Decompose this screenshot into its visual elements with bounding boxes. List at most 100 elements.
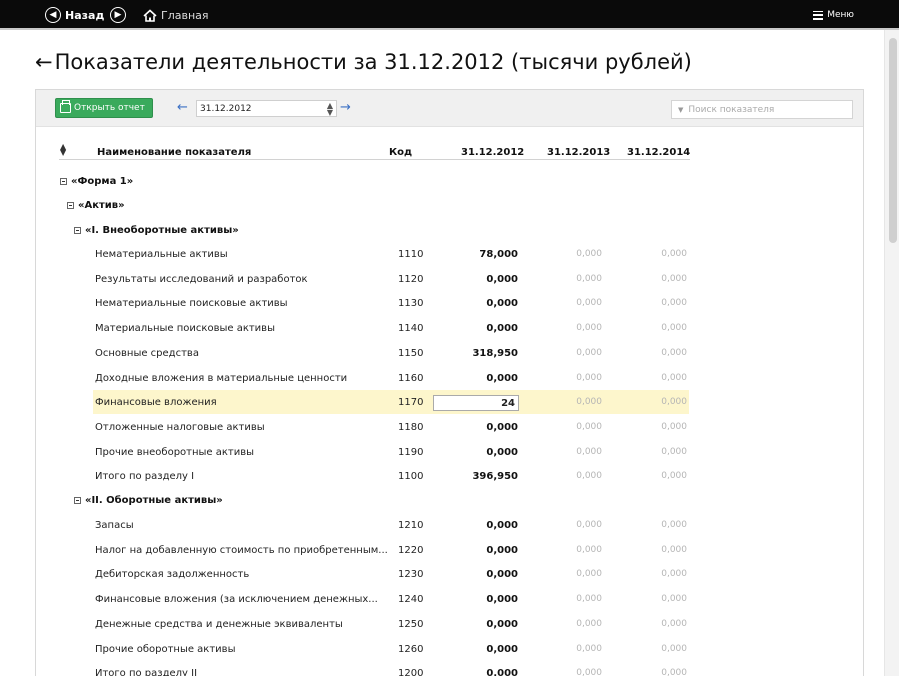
table-row[interactable]: Нематериальные поисковые активы 1130 0,000… — [0, 291, 899, 315]
row-value-2012[interactable]: 0,000 — [486, 637, 518, 661]
row-value-2012[interactable]: 0,000 — [486, 291, 518, 315]
date-value: 31.12.2012 — [200, 103, 252, 114]
row-value-2013[interactable]: 0,000 — [576, 242, 602, 266]
spinner-icon: ▲ ▼ — [326, 101, 333, 117]
next-date-arrow[interactable]: → — [340, 100, 351, 115]
row-value-2014[interactable]: 0,000 — [661, 291, 687, 315]
value-edit-input[interactable]: 24 — [433, 395, 519, 411]
row-value-2012[interactable]: 0,000 — [486, 440, 518, 464]
row-value-2014[interactable]: 0,000 — [661, 661, 687, 676]
row-value-2013[interactable]: 0,000 — [576, 562, 602, 586]
search-input[interactable]: ▼ Поиск показателя — [671, 100, 853, 119]
table-row[interactable]: Налог на добавленную стоимость по приобр… — [0, 538, 899, 562]
title-back-arrow[interactable]: ← — [35, 50, 53, 74]
row-value-2013[interactable]: 0,000 — [576, 587, 602, 611]
table-row[interactable]: Финансовые вложения (за исключением дене… — [0, 587, 899, 611]
row-value-2012[interactable]: 0,000 — [486, 661, 518, 676]
row-value-2014[interactable]: 0,000 — [661, 464, 687, 488]
table-row[interactable]: Итого по разделу I 1100 396,950 0,000 0,000 — [0, 464, 899, 488]
collapse-icon[interactable] — [74, 226, 81, 234]
row-value-2013[interactable]: 0,000 — [576, 341, 602, 365]
row-value-2013[interactable]: 0,000 — [576, 415, 602, 439]
table-row[interactable]: Нематериальные активы 1110 78,000 0,000 0,00… — [0, 242, 899, 266]
table-row[interactable]: Денежные средства и денежные эквиваленты… — [0, 612, 899, 636]
row-value-2012[interactable]: 0,000 — [486, 587, 518, 611]
date-select[interactable]: 31.12.2012 ▲ ▼ — [196, 100, 337, 117]
menu-button[interactable]: Меню — [813, 0, 854, 30]
row-value-2014[interactable]: 0,000 — [661, 341, 687, 365]
table-row[interactable]: Доходные вложения в материальные ценност… — [0, 366, 899, 390]
report-toolbar: Открыть отчет ← 31.12.2012 ▲ ▼ → ▼ Поиск … — [36, 90, 863, 127]
row-value-2014[interactable]: 0,000 — [661, 538, 687, 562]
row-value-2012[interactable]: 0,000 — [486, 513, 518, 537]
header-code[interactable]: Код — [389, 147, 412, 158]
row-value-2013[interactable]: 0,000 — [576, 366, 602, 390]
collapse-icon[interactable] — [60, 177, 67, 185]
row-value-2014[interactable]: 0,000 — [661, 562, 687, 586]
row-value-2013[interactable]: 0,000 — [576, 291, 602, 315]
table-row[interactable]: Прочие оборотные активы 1260 0,000 0,000 0,0… — [0, 637, 899, 661]
row-value-2012[interactable]: 396,950 — [472, 464, 518, 488]
row-value-2012[interactable]: 0,000 — [486, 267, 518, 291]
row-value-2013[interactable]: 0,000 — [576, 316, 602, 340]
row-value-2013[interactable]: 0,000 — [576, 513, 602, 537]
header-col1[interactable]: 31.12.2012 — [461, 147, 524, 158]
table-row[interactable]: Отложенные налоговые активы 1180 0,000 0,00… — [0, 415, 899, 439]
row-value-2013[interactable]: 0,000 — [576, 267, 602, 291]
row-value-2014[interactable]: 0,000 — [661, 587, 687, 611]
row-name: Итого по разделу II — [95, 667, 198, 676]
row-value-2012[interactable]: 0,000 — [486, 562, 518, 586]
row-value-2012[interactable]: 0,000 — [486, 316, 518, 340]
row-value-2012[interactable]: 78,000 — [479, 242, 518, 266]
header-name[interactable]: Наименование показателя — [97, 147, 251, 158]
prev-date-arrow[interactable]: ← — [177, 100, 188, 115]
row-value-2014[interactable]: 0,000 — [661, 415, 687, 439]
row-value-2013[interactable]: 0,000 — [576, 538, 602, 562]
collapse-icon[interactable] — [67, 201, 74, 209]
table-row[interactable]: Итого по разделу II 1200 0,000 0,000 0,000 — [0, 661, 899, 676]
table-row[interactable]: Основные средства 1150 318,950 0,000 0,000 — [0, 341, 899, 365]
group-section2[interactable]: «II. Оборотные активы» — [74, 488, 223, 512]
row-value-2012[interactable]: 318,950 — [472, 341, 518, 365]
header-col3[interactable]: 31.12.2014 — [627, 147, 690, 158]
table-row[interactable]: Результаты исследований и разработок 1120… — [0, 267, 899, 291]
row-value-2012[interactable]: 0,000 — [486, 538, 518, 562]
row-value-2012[interactable]: 0,000 — [486, 612, 518, 636]
row-value-2013[interactable]: 0,000 — [576, 637, 602, 661]
table-row[interactable]: Прочие внеоборотные активы 1190 0,000 0,000… — [0, 440, 899, 464]
row-value-2013[interactable]: 0,000 — [576, 464, 602, 488]
row-value-2012[interactable]: 0,000 — [486, 366, 518, 390]
scrollbar-thumb[interactable] — [889, 38, 897, 243]
home-button[interactable]: Главная — [143, 0, 209, 30]
top-bar: ◀ Назад ▶ Главная Меню — [0, 0, 899, 30]
row-value-2014[interactable]: 0,000 — [661, 513, 687, 537]
sort-icon[interactable]: ▲ ▼ — [60, 143, 66, 157]
group-section1[interactable]: «I. Внеоборотные активы» — [74, 218, 239, 242]
row-value-2014[interactable]: 0,000 — [661, 242, 687, 266]
table-row[interactable]: Запасы 1210 0,000 0,000 0,000 — [0, 513, 899, 537]
group-active[interactable]: «Актив» — [67, 193, 125, 217]
header-col2[interactable]: 31.12.2013 — [547, 147, 610, 158]
open-report-button[interactable]: Открыть отчет — [55, 98, 153, 118]
row-value-2013[interactable]: 0,000 — [576, 390, 602, 414]
forward-button[interactable]: ▶ — [110, 0, 126, 30]
table-row[interactable]: Финансовые вложения 1170 24 0,000 0,000 — [0, 390, 899, 414]
collapse-icon[interactable] — [74, 496, 81, 504]
row-value-2013[interactable]: 0,000 — [576, 440, 602, 464]
row-value-2012[interactable]: 0,000 — [486, 415, 518, 439]
group-label: «II. Оборотные активы» — [85, 494, 223, 506]
back-button[interactable]: ◀ Назад — [45, 0, 104, 30]
table-row[interactable]: Материальные поисковые активы 1140 0,000 0,… — [0, 316, 899, 340]
row-value-2013[interactable]: 0,000 — [576, 612, 602, 636]
row-value-2014[interactable]: 0,000 — [661, 390, 687, 414]
row-value-2014[interactable]: 0,000 — [661, 440, 687, 464]
row-value-2014[interactable]: 0,000 — [661, 267, 687, 291]
group-label: «Актив» — [78, 199, 125, 211]
table-row[interactable]: Дебиторская задолженность 1230 0,000 0,000 0… — [0, 562, 899, 586]
group-form1[interactable]: «Форма 1» — [60, 169, 133, 193]
row-value-2014[interactable]: 0,000 — [661, 637, 687, 661]
row-value-2014[interactable]: 0,000 — [661, 612, 687, 636]
row-value-2013[interactable]: 0,000 — [576, 661, 602, 676]
row-value-2014[interactable]: 0,000 — [661, 366, 687, 390]
row-value-2014[interactable]: 0,000 — [661, 316, 687, 340]
